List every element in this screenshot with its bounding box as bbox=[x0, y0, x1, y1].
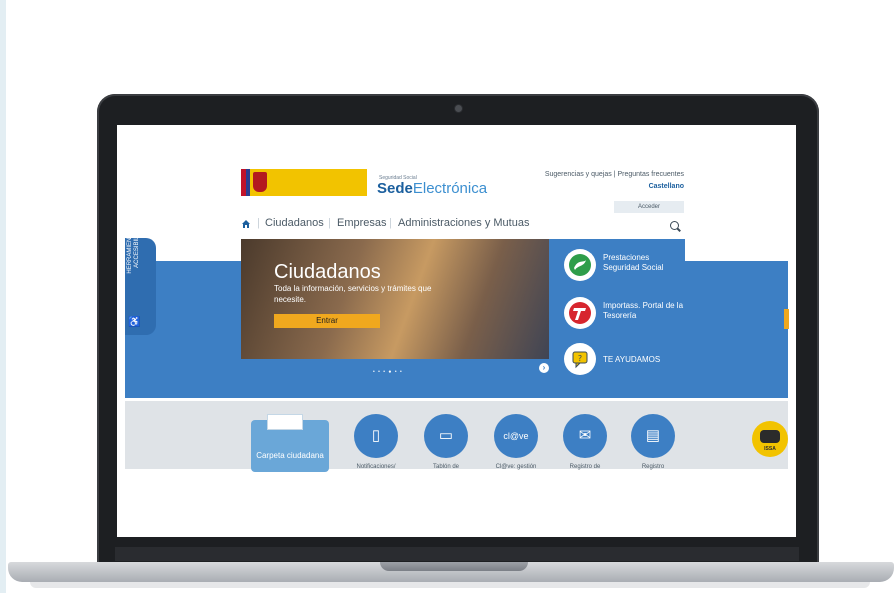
svg-text:?: ? bbox=[578, 354, 582, 363]
login-button[interactable]: Acceder bbox=[614, 201, 684, 213]
prestaciones-icon bbox=[564, 249, 596, 281]
laptop-base-notch bbox=[380, 562, 528, 571]
accessibility-label: HERRAMIENTAS DE ACCESIBILIDAD bbox=[127, 216, 140, 274]
nav-item-empresas[interactable]: Empresas bbox=[337, 217, 387, 229]
nav-item-ciudadanos[interactable]: Ciudadanos bbox=[265, 217, 324, 229]
laptop-screen: Seguridad Social SedeElectrónica Sugeren… bbox=[117, 125, 796, 537]
hero-subtitle: Toda la información, servicios y trámite… bbox=[274, 284, 432, 304]
carousel-dots[interactable]: • • • ● • • bbox=[373, 369, 403, 375]
service-label: Tablón de bbox=[432, 464, 460, 470]
camera bbox=[455, 105, 462, 112]
registro-button[interactable]: ▤ bbox=[631, 414, 675, 458]
clave-icon: cl@ve bbox=[503, 431, 529, 441]
document-paper-icon bbox=[267, 414, 303, 430]
nav-item-administraciones[interactable]: Administraciones y Mutuas bbox=[398, 217, 529, 229]
quick-link-te-ayudamos[interactable]: ? TE AYUDAMOS bbox=[564, 343, 684, 377]
side-yellow-tab[interactable] bbox=[784, 309, 789, 329]
nav-separator: | bbox=[328, 217, 331, 229]
carousel-next-icon[interactable]: › bbox=[539, 363, 549, 373]
search-icon[interactable] bbox=[670, 221, 679, 230]
main-nav: | Ciudadanos | Empresas | Administracion… bbox=[241, 217, 686, 233]
tablon-button[interactable]: ▭ bbox=[424, 414, 468, 458]
brand-logo[interactable]: SedeElectrónica bbox=[377, 180, 487, 197]
laptop-shadow bbox=[30, 582, 870, 588]
top-links[interactable]: Sugerencias y quejas | Preguntas frecuen… bbox=[545, 171, 684, 178]
laptop-bottom-bezel bbox=[115, 547, 799, 561]
enter-button[interactable]: Entrar bbox=[274, 314, 380, 328]
service-label: Registro de bbox=[569, 464, 601, 470]
home-icon[interactable] bbox=[241, 219, 251, 229]
notificaciones-button[interactable]: ▯ bbox=[354, 414, 398, 458]
register-icon: ▤ bbox=[645, 427, 661, 444]
quick-link-label: Importass. Portal de la Tesorería bbox=[603, 301, 684, 320]
quick-link-label: TE AYUDAMOS bbox=[603, 355, 661, 364]
brand-bold: Sede bbox=[377, 180, 413, 197]
service-label: Registro bbox=[641, 464, 665, 470]
nav-separator: | bbox=[257, 217, 260, 229]
logo-flag-blue bbox=[246, 169, 250, 196]
registro-de-button[interactable]: ✉ bbox=[563, 414, 607, 458]
clave-button[interactable]: cl@ve bbox=[494, 414, 538, 458]
help-chat-icon: ? bbox=[564, 343, 596, 375]
importass-icon bbox=[564, 297, 596, 329]
accessibility-icon: ♿ bbox=[128, 317, 141, 328]
hero-title: Ciudadanos bbox=[274, 261, 381, 283]
nav-separator: | bbox=[389, 217, 392, 229]
quick-link-label: Prestaciones Seguridad Social bbox=[603, 253, 664, 272]
quick-link-prestaciones[interactable]: Prestaciones Seguridad Social bbox=[564, 249, 684, 283]
mail-icon: ✉ bbox=[578, 427, 592, 444]
brand-light: Electrónica bbox=[412, 180, 488, 197]
robot-icon bbox=[760, 430, 780, 443]
coat-of-arms-icon bbox=[253, 172, 267, 192]
page-left-strip bbox=[0, 0, 6, 593]
service-label: Cl@ve: gestión bbox=[495, 464, 537, 470]
quick-link-importass[interactable]: Importass. Portal de la Tesorería bbox=[564, 297, 684, 331]
service-label: Notificaciones/ bbox=[356, 464, 396, 470]
carpeta-ciudadana-label: Carpeta ciudadana bbox=[256, 451, 324, 460]
issa-label: ISSA bbox=[764, 446, 776, 452]
language-selector[interactable]: Castellano bbox=[649, 183, 684, 190]
monitor-icon: ▭ bbox=[438, 427, 454, 444]
document-icon: ▯ bbox=[371, 427, 381, 444]
